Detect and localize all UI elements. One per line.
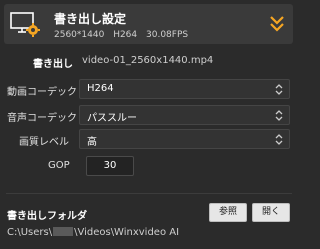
audio-codec-value: パススルー — [87, 113, 137, 124]
quality-label: 画質レベル — [19, 137, 69, 148]
quality-select[interactable]: 高 — [79, 129, 290, 149]
output-label: 書き出し — [33, 59, 73, 70]
export-settings-header[interactable]: 書き出し設定 2560*1440 H264 30.08FPS — [4, 4, 293, 44]
header-info: 2560*1440 H264 30.08FPS — [54, 30, 194, 40]
fps-text: 30.08FPS — [146, 30, 189, 40]
video-codec-label: 動画コーデック — [7, 87, 77, 98]
video-codec-value: H264 — [87, 83, 114, 94]
path-prefix: C:\Users\ — [7, 227, 53, 238]
redacted-username — [53, 227, 74, 236]
up-down-arrow-icon — [275, 84, 283, 95]
gop-input[interactable]: 30 — [86, 156, 134, 176]
video-codec-select[interactable]: H264 — [79, 79, 290, 99]
output-folder-label: 書き出しフォルダ — [7, 211, 87, 222]
codec-text: H264 — [113, 30, 138, 40]
divider — [6, 193, 292, 194]
resolution-text: 2560*1440 — [54, 30, 105, 40]
path-suffix: \Videos\Winxvideo AI — [74, 227, 180, 238]
up-down-arrow-icon — [275, 134, 283, 145]
double-chevron-down-icon[interactable] — [269, 15, 285, 33]
open-folder-button[interactable]: 開く — [252, 203, 290, 222]
output-filename[interactable]: video-01_2560x1440.mp4 — [82, 55, 213, 66]
header-title: 書き出し設定 — [54, 12, 127, 26]
gop-label: GOP — [48, 160, 70, 171]
monitor-gear-icon — [10, 12, 40, 37]
audio-codec-select[interactable]: パススルー — [79, 105, 290, 125]
quality-value: 高 — [87, 137, 97, 148]
browse-button[interactable]: 参照 — [209, 203, 247, 222]
up-down-arrow-icon — [275, 110, 283, 121]
audio-codec-label: 音声コーデック — [7, 113, 77, 124]
output-folder-path: C:\Users\ \Videos\Winxvideo AI — [7, 227, 179, 238]
